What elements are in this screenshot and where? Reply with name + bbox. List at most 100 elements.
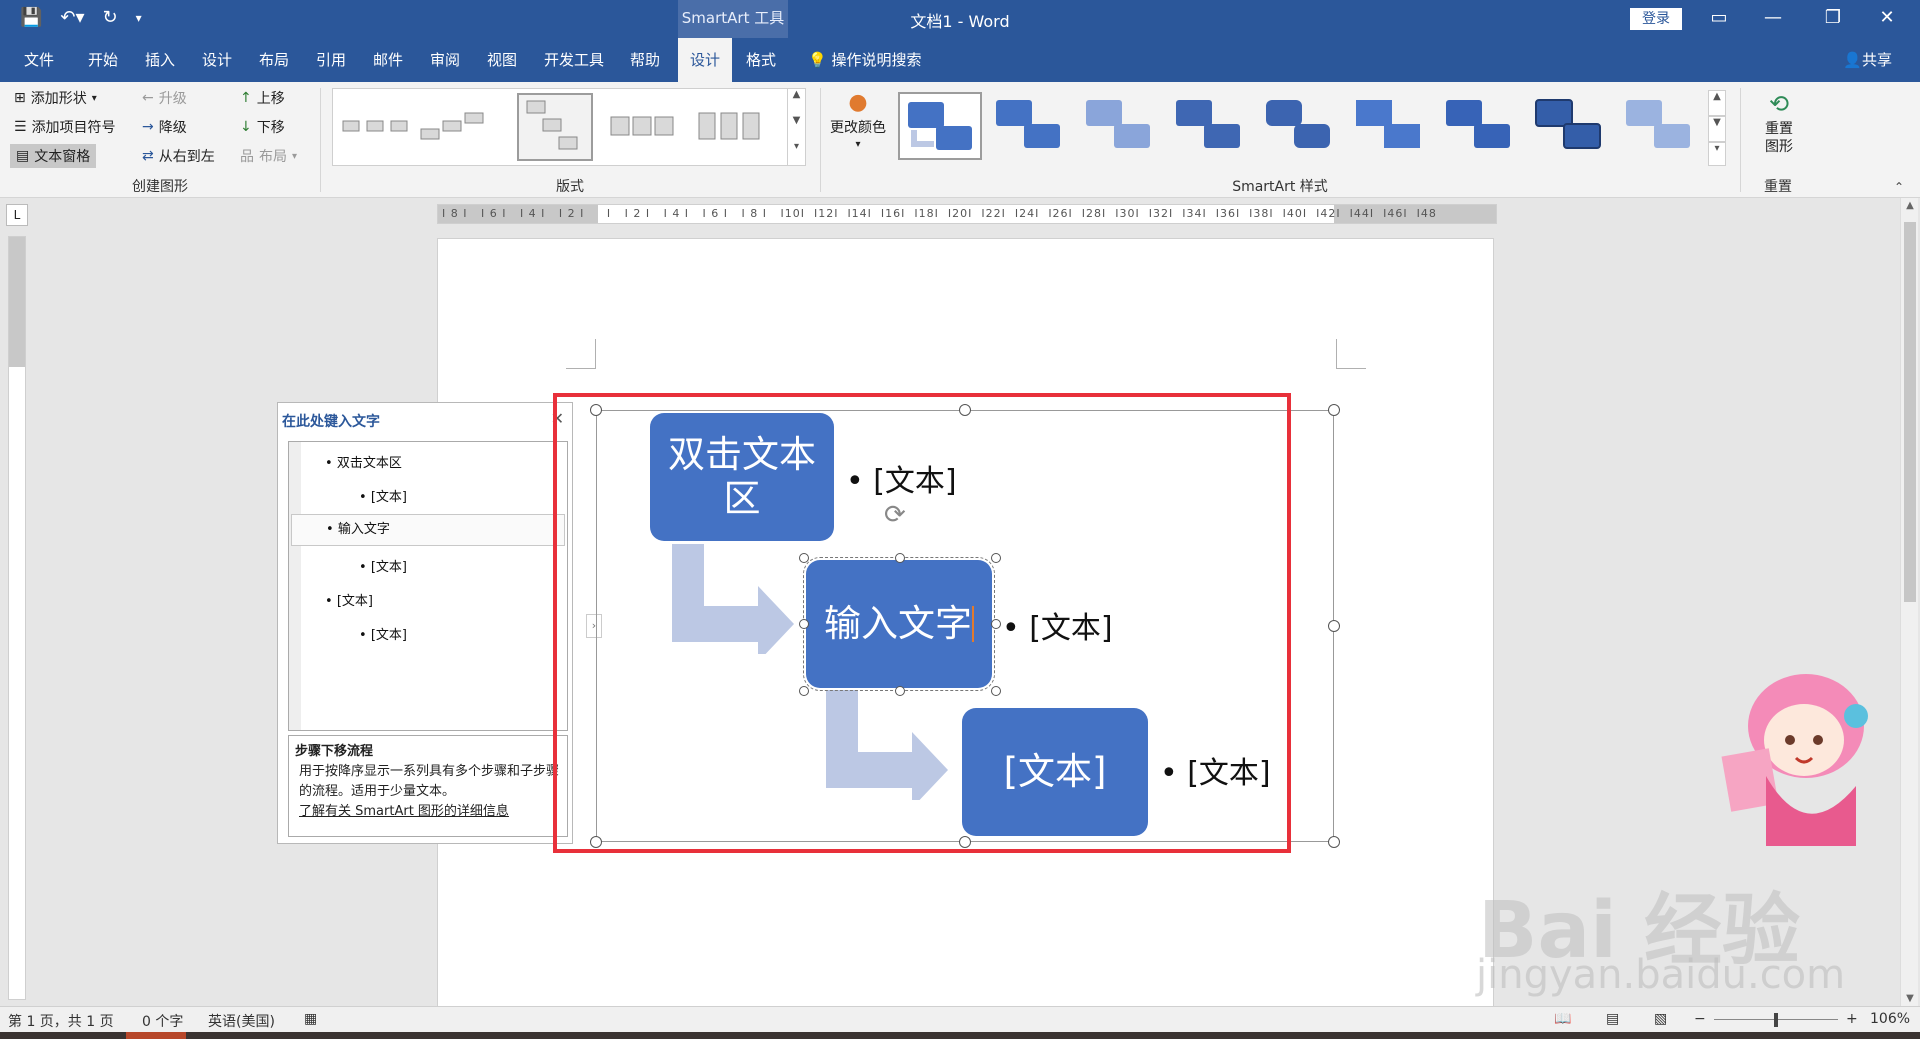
style-option[interactable] (1438, 92, 1522, 160)
style-option-selected[interactable] (898, 92, 982, 160)
list-item-selected[interactable]: • 输入文字 (291, 514, 565, 546)
list-item[interactable]: • [文本] (359, 486, 407, 505)
style-option[interactable] (1528, 92, 1612, 160)
layout-thumbnail-icon (698, 112, 760, 140)
layout-option[interactable] (337, 93, 413, 161)
text-pane-list[interactable]: • 双击文本区 • [文本] • 输入文字 • [文本] • [文本] • [文… (288, 441, 568, 731)
reset-graphic-button[interactable]: ⟲ 重置图形 (1752, 90, 1806, 156)
print-layout-icon[interactable]: ▤ (1606, 1011, 1619, 1027)
margin-corner-mark (566, 339, 596, 369)
undo-icon[interactable]: ↶▾ (60, 6, 84, 30)
tab-home[interactable]: 开始 (86, 38, 120, 82)
read-mode-icon[interactable]: 📖 (1554, 1011, 1571, 1027)
list-item[interactable]: • [文本] (325, 590, 373, 609)
style-option[interactable] (1168, 92, 1252, 160)
scroll-up-icon[interactable]: ▲ (1901, 200, 1919, 211)
collapse-ribbon-icon[interactable]: ⌃ (1894, 180, 1904, 194)
tab-view[interactable]: 视图 (485, 38, 519, 82)
list-item[interactable]: • 双击文本区 (325, 452, 402, 471)
layout-button[interactable]: 品布局 ▾ (240, 144, 297, 168)
zoom-in-icon[interactable]: + (1846, 1011, 1858, 1027)
promote-button[interactable]: ← 升级 (142, 86, 187, 110)
save-icon[interactable]: 💾 (20, 6, 42, 30)
macro-record-icon[interactable]: ▦ (304, 1011, 317, 1027)
restore-icon[interactable]: ❐ (1810, 4, 1856, 32)
customize-qat-icon[interactable]: ▾ (136, 6, 142, 30)
language[interactable]: 英语(美国) (208, 1011, 275, 1031)
demote-button[interactable]: → 降级 (142, 115, 187, 139)
zoom-out-icon[interactable]: − (1694, 1011, 1706, 1027)
tab-design[interactable]: 设计 (200, 38, 234, 82)
tab-developer[interactable]: 开发工具 (542, 38, 606, 82)
styles-more-icon[interactable]: ▾ (1708, 142, 1726, 166)
list-item[interactable]: • [文本] (359, 624, 407, 643)
scroll-down-icon[interactable]: ▼ (1901, 993, 1919, 1004)
style-option[interactable] (1258, 92, 1342, 160)
bullet-list-icon: ☰ (14, 119, 27, 135)
tab-help[interactable]: 帮助 (628, 38, 662, 82)
group-separator (320, 88, 321, 192)
layout-option[interactable] (415, 93, 491, 161)
layout-option[interactable] (605, 93, 681, 161)
gallery-scroll-down-icon[interactable]: ▼ (787, 115, 805, 141)
reset-group-label: 重置 (1764, 179, 1792, 195)
text-pane-icon: ▤ (16, 148, 30, 164)
vertical-scrollbar[interactable]: ▲ ▼ (1900, 198, 1918, 1006)
resize-handle[interactable] (1328, 404, 1340, 416)
style-option[interactable] (988, 92, 1072, 160)
vertical-ruler[interactable] (8, 236, 26, 1000)
smartart-info-link[interactable]: 了解有关 SmartArt 图形的详细信息 (295, 802, 561, 822)
color-palette-icon: ● (848, 90, 868, 115)
style-thumbnail-icon (1356, 100, 1420, 148)
style-option[interactable] (1348, 92, 1432, 160)
tab-insert[interactable]: 插入 (143, 38, 177, 82)
gallery-more-icon[interactable]: ▾ (787, 141, 805, 165)
web-layout-icon[interactable]: ▧ (1654, 1011, 1667, 1027)
style-option[interactable] (1618, 92, 1702, 160)
minimize-icon[interactable]: — (1750, 4, 1796, 32)
resize-handle[interactable] (1328, 620, 1340, 632)
text-pane-button[interactable]: ▤ 文本窗格 (10, 144, 97, 168)
login-button[interactable]: 登录 (1630, 8, 1682, 30)
move-up-button[interactable]: ↑ 上移 (240, 86, 285, 110)
right-to-left-button[interactable]: ⇄ 从右到左 (142, 144, 215, 168)
tab-layout[interactable]: 布局 (257, 38, 291, 82)
tab-references[interactable]: 引用 (314, 38, 348, 82)
word-count[interactable]: 0 个字 (142, 1011, 183, 1031)
smartart-text-pane[interactable]: 在此处键入文字 ✕ • 双击文本区 • [文本] • 输入文字 • [文本] •… (277, 402, 573, 844)
zoom-slider-thumb[interactable] (1774, 1013, 1778, 1027)
layouts-group-label: 版式 (556, 179, 584, 195)
add-shape-icon: ⊞ (14, 90, 26, 106)
tab-smartart-format[interactable]: 格式 (744, 38, 778, 82)
change-colors-button[interactable]: ● 更改颜色 ▾ (830, 90, 886, 150)
layout-option[interactable] (693, 93, 769, 161)
tab-mailings[interactable]: 邮件 (371, 38, 405, 82)
close-icon[interactable]: ✕ (1864, 4, 1910, 32)
ribbon-display-options-icon[interactable]: ▭ (1696, 4, 1742, 32)
gallery-scroll-up-icon[interactable]: ▲ (787, 89, 805, 115)
horizontal-ruler[interactable]: I 8 I I 6 I I 4 I I 2 I I I 2 I I 4 I I … (437, 204, 1497, 224)
add-shape-button[interactable]: ⊞ 添加形状 ▾ (14, 86, 97, 110)
tab-file[interactable]: 文件 (22, 38, 56, 82)
style-option[interactable] (1078, 92, 1162, 160)
add-bullet-button[interactable]: ☰ 添加项目符号 (14, 115, 116, 139)
layout-option-selected[interactable] (517, 93, 593, 161)
share-button[interactable]: 👤共享 (1843, 38, 1892, 82)
redo-icon[interactable]: ↻ (103, 6, 118, 30)
tab-stop-selector[interactable]: L (6, 204, 28, 226)
taskbar-strip (0, 1032, 1920, 1039)
tab-smartart-design[interactable]: 设计 (678, 38, 732, 82)
zoom-level[interactable]: 106% (1870, 1011, 1910, 1027)
resize-handle[interactable] (1328, 836, 1340, 848)
style-thumbnail-icon (1176, 100, 1240, 148)
styles-scroll-down-icon[interactable]: ▼ (1708, 116, 1726, 142)
styles-scroll-up-icon[interactable]: ▲ (1708, 90, 1726, 116)
list-item[interactable]: • [文本] (359, 556, 407, 575)
layout-thumbnail-icon (420, 112, 484, 140)
list-gutter (289, 442, 301, 730)
move-down-button[interactable]: ↓ 下移 (240, 115, 285, 139)
tell-me-search[interactable]: 💡 操作说明搜索 (808, 38, 921, 82)
tab-review[interactable]: 审阅 (428, 38, 462, 82)
scrollbar-thumb[interactable] (1904, 222, 1916, 602)
page-count[interactable]: 第 1 页，共 1 页 (8, 1011, 114, 1031)
